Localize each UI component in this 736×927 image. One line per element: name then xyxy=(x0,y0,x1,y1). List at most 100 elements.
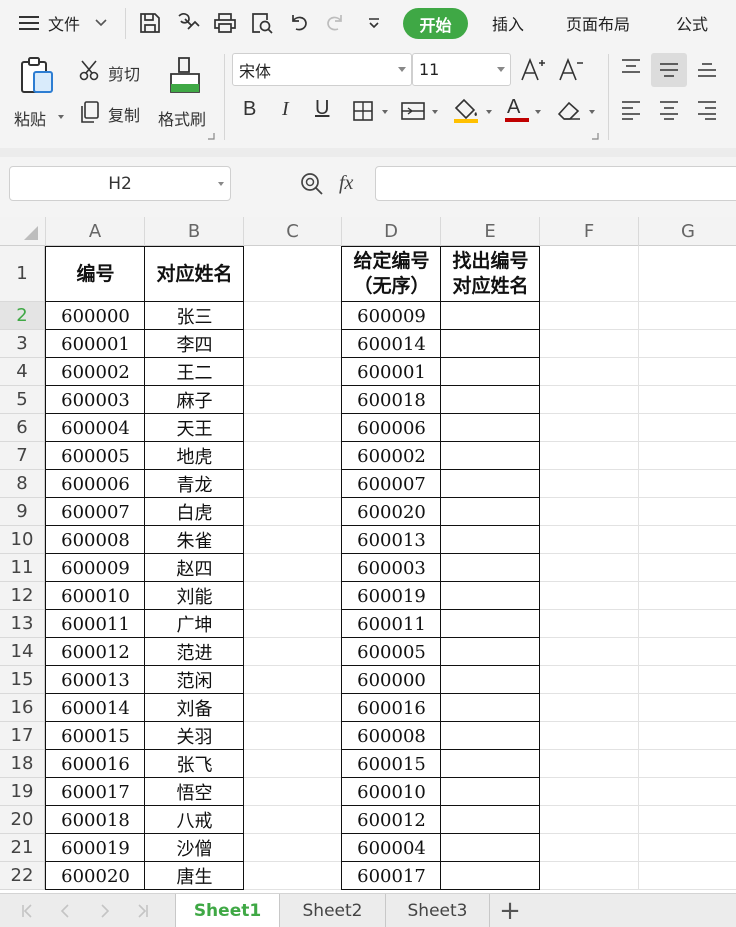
row-header-2[interactable]: 2 xyxy=(0,302,45,330)
data-cell-a21[interactable]: 600019 xyxy=(46,834,145,862)
data-cell-d3[interactable]: 600014 xyxy=(342,330,441,358)
data-cell-b5[interactable]: 麻子 xyxy=(145,386,244,414)
header-cell-a1[interactable]: 编号 xyxy=(46,246,145,302)
data-cell-e21[interactable] xyxy=(441,834,540,862)
data-cell-e16[interactable] xyxy=(441,694,540,722)
group-launcher-icon[interactable] xyxy=(207,132,215,140)
align-middle-button[interactable] xyxy=(651,53,687,87)
row-header-12[interactable]: 12 xyxy=(0,582,45,610)
row-header-8[interactable]: 8 xyxy=(0,470,45,498)
select-all-corner[interactable] xyxy=(0,217,46,246)
data-cell-a14[interactable]: 600012 xyxy=(46,638,145,666)
data-cell-b9[interactable]: 白虎 xyxy=(145,498,244,526)
data-cell-e8[interactable] xyxy=(441,470,540,498)
decrease-font-icon[interactable] xyxy=(558,56,584,82)
data-cell-e18[interactable] xyxy=(441,750,540,778)
data-cell-b7[interactable]: 地虎 xyxy=(145,442,244,470)
header-cell-b1[interactable]: 对应姓名 xyxy=(145,246,244,302)
data-cell-d15[interactable]: 600000 xyxy=(342,666,441,694)
row-header-22[interactable]: 22 xyxy=(0,862,45,890)
paste-dropdown-caret[interactable] xyxy=(58,115,64,119)
header-cell-d1[interactable]: 给定编号 （无序） xyxy=(342,246,441,302)
spreadsheet-grid[interactable]: ABCDEFG 1 2 3 4 5 6 7 8 9 10 11 12 13 14 15 16 17 18 19 20 2… xyxy=(0,217,736,893)
data-cell-e15[interactable] xyxy=(441,666,540,694)
tab-start[interactable]: 开始 xyxy=(403,8,468,39)
row-header-19[interactable]: 19 xyxy=(0,778,45,806)
data-cell-d19[interactable]: 600010 xyxy=(342,778,441,806)
row-header-10[interactable]: 10 xyxy=(0,526,45,554)
data-cell-b20[interactable]: 八戒 xyxy=(145,806,244,834)
data-cell-a12[interactable]: 600010 xyxy=(46,582,145,610)
paste-button[interactable]: 粘贴 xyxy=(8,52,68,132)
data-cell-a13[interactable]: 600011 xyxy=(46,610,145,638)
data-cell-d22[interactable]: 600017 xyxy=(342,862,441,890)
data-cell-b18[interactable]: 张飞 xyxy=(145,750,244,778)
data-cell-b16[interactable]: 刘备 xyxy=(145,694,244,722)
data-cell-b6[interactable]: 天王 xyxy=(145,414,244,442)
data-cell-b21[interactable]: 沙僧 xyxy=(145,834,244,862)
data-cell-a3[interactable]: 600001 xyxy=(46,330,145,358)
first-sheet-icon[interactable] xyxy=(14,894,40,927)
print-icon[interactable] xyxy=(213,0,237,46)
data-cell-a10[interactable]: 600008 xyxy=(46,526,145,554)
data-cell-d12[interactable]: 600019 xyxy=(342,582,441,610)
data-cell-e4[interactable] xyxy=(441,358,540,386)
data-cell-b11[interactable]: 赵四 xyxy=(145,554,244,582)
redo-icon[interactable] xyxy=(324,0,346,46)
align-bottom-icon[interactable] xyxy=(696,58,718,78)
data-cell-e10[interactable] xyxy=(441,526,540,554)
data-cell-d20[interactable]: 600012 xyxy=(342,806,441,834)
header-cell-e1[interactable]: 找出编号 对应姓名 xyxy=(441,246,540,302)
data-cell-e22[interactable] xyxy=(441,862,540,890)
format-painter-button[interactable]: 格式刷 xyxy=(155,52,217,132)
align-center-icon[interactable] xyxy=(658,100,680,120)
clear-format-button[interactable] xyxy=(556,96,598,124)
file-menu[interactable]: 文件 xyxy=(48,0,80,46)
data-cell-e9[interactable] xyxy=(441,498,540,526)
next-sheet-icon[interactable] xyxy=(92,894,118,927)
tab-insert[interactable]: 插入 xyxy=(492,0,524,46)
data-cell-d8[interactable]: 600007 xyxy=(342,470,441,498)
data-cell-a8[interactable]: 600006 xyxy=(46,470,145,498)
data-cell-a17[interactable]: 600015 xyxy=(46,722,145,750)
data-cell-d4[interactable]: 600001 xyxy=(342,358,441,386)
data-cell-e12[interactable] xyxy=(441,582,540,610)
data-cell-d7[interactable]: 600002 xyxy=(342,442,441,470)
data-cell-e17[interactable] xyxy=(441,722,540,750)
data-cell-b2[interactable]: 张三 xyxy=(145,302,244,330)
data-cell-b4[interactable]: 王二 xyxy=(145,358,244,386)
data-cell-d10[interactable]: 600013 xyxy=(342,526,441,554)
column-header-g[interactable]: G xyxy=(639,217,736,246)
data-cell-a22[interactable]: 600020 xyxy=(46,862,145,890)
formula-input[interactable] xyxy=(375,166,736,201)
data-cell-e5[interactable] xyxy=(441,386,540,414)
fill-color-button[interactable] xyxy=(452,96,494,124)
data-cell-d6[interactable]: 600006 xyxy=(342,414,441,442)
row-header-13[interactable]: 13 xyxy=(0,610,45,638)
align-top-icon[interactable] xyxy=(620,58,642,78)
row-header-21[interactable]: 21 xyxy=(0,834,45,862)
data-cell-b22[interactable]: 唐生 xyxy=(145,862,244,890)
data-cell-b3[interactable]: 李四 xyxy=(145,330,244,358)
bold-button[interactable]: B xyxy=(243,98,256,121)
data-cell-e6[interactable] xyxy=(441,414,540,442)
copy-button[interactable]: 复制 xyxy=(76,98,148,126)
data-cell-d5[interactable]: 600018 xyxy=(342,386,441,414)
row-header-9[interactable]: 9 xyxy=(0,498,45,526)
data-cell-d16[interactable]: 600016 xyxy=(342,694,441,722)
data-cell-a5[interactable]: 600003 xyxy=(46,386,145,414)
data-cell-b10[interactable]: 朱雀 xyxy=(145,526,244,554)
data-cell-e13[interactable] xyxy=(441,610,540,638)
align-right-icon[interactable] xyxy=(696,100,718,120)
add-sheet-button[interactable]: + xyxy=(496,894,524,927)
increase-font-icon[interactable] xyxy=(520,56,546,82)
data-cell-e20[interactable] xyxy=(441,806,540,834)
data-cell-d14[interactable]: 600005 xyxy=(342,638,441,666)
prev-sheet-icon[interactable] xyxy=(52,894,78,927)
data-cell-a19[interactable]: 600017 xyxy=(46,778,145,806)
data-cell-a6[interactable]: 600004 xyxy=(46,414,145,442)
export-icon[interactable] xyxy=(175,0,201,46)
data-cell-e11[interactable] xyxy=(441,554,540,582)
data-cell-a7[interactable]: 600005 xyxy=(46,442,145,470)
row-header-4[interactable]: 4 xyxy=(0,358,45,386)
